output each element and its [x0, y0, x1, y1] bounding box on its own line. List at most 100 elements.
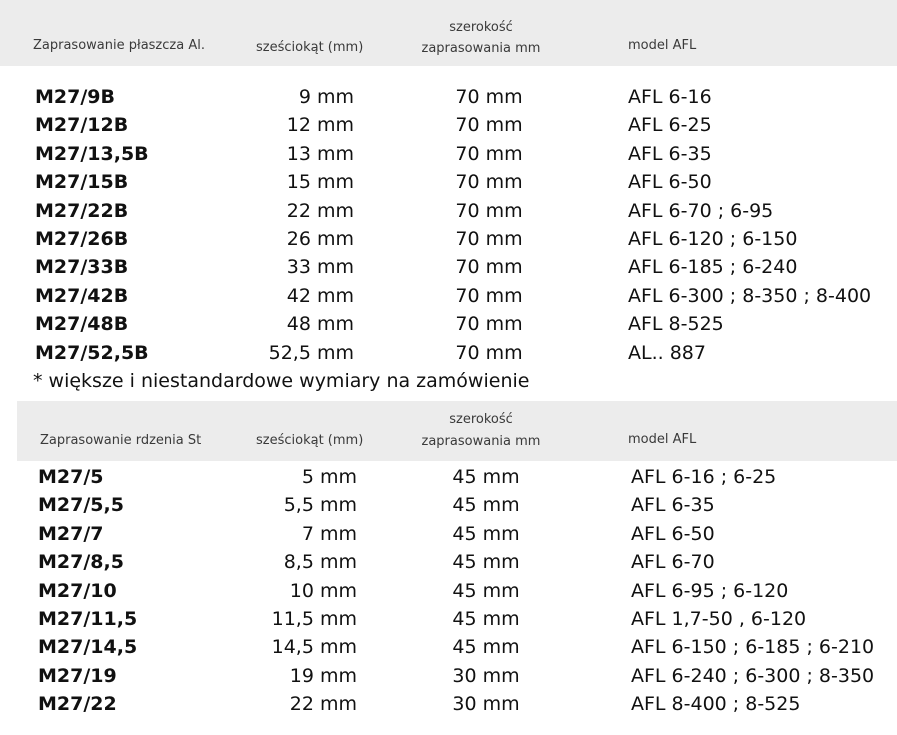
- row-hexagon: 9 mm: [298, 86, 354, 108]
- row-code: M27/42B: [35, 284, 129, 307]
- table-row: M27/11,5 11,5 mm 45 mm AFL 1,7-50 , 6-120: [0, 605, 897, 633]
- row-model: AFL 6-300 ; 8-350 ; 8-400: [628, 284, 872, 307]
- row-model: AFL 6-240 ; 6-300 ; 8-350: [631, 664, 875, 687]
- row-hexagon: 22 mm: [286, 199, 354, 222]
- row-code: M27/5: [38, 466, 104, 488]
- row-crimp-width: 70 mm: [455, 199, 523, 222]
- row-crimp-width: 70 mm: [455, 142, 523, 165]
- table-row: M27/42B 42 mm 70 mm AFL 6-300 ; 8-350 ; 8-4…: [0, 282, 897, 310]
- row-model: AFL 6-70: [631, 551, 715, 574]
- row-code: M27/19: [38, 664, 117, 687]
- row-hexagon: 5 mm: [301, 466, 357, 488]
- row-code: M27/11,5: [38, 608, 138, 630]
- row-crimp-width: 45 mm: [452, 466, 520, 488]
- table-row: M27/12B 12 mm 70 mm AFL 6-25: [0, 111, 897, 139]
- row-crimp-width: 45 mm: [452, 522, 520, 545]
- row-crimp-width: 70 mm: [455, 256, 523, 279]
- table-row: M27/33B 33 mm 70 mm AFL 6-185 ; 6-240: [0, 253, 897, 281]
- row-model: AFL 6-35: [628, 142, 712, 165]
- row-code: M27/48B: [35, 313, 129, 336]
- row-hexagon: 11,5 mm: [271, 608, 357, 630]
- table-row: M27/14,5 14,5 mm 45 mm AFL 6-150 ; 6-185 ; …: [0, 633, 897, 661]
- row-model: AFL 6-95 ; 6-120: [631, 579, 789, 602]
- row-model: AFL 6-50: [631, 522, 715, 545]
- row-code: M27/7: [38, 522, 104, 545]
- row-hexagon: 14,5 mm: [271, 636, 357, 659]
- table-row: M27/19 19 mm 30 mm AFL 6-240 ; 6-300 ; 8-35…: [0, 662, 897, 690]
- table-row: M27/10 10 mm 45 mm AFL 6-95 ; 6-120: [0, 577, 897, 605]
- row-hexagon: 15 mm: [286, 171, 354, 194]
- section1-header: Zaprasowanie płaszcza Al. sześciokąt (mm…: [0, 0, 897, 66]
- row-code: M27/13,5B: [35, 142, 149, 165]
- row-crimp-width: 70 mm: [455, 228, 523, 250]
- row-code: M27/33B: [35, 256, 129, 279]
- table-row: M27/5 5 mm 45 mm AFL 6-16 ; 6-25: [0, 463, 897, 491]
- row-crimp-width: 45 mm: [452, 551, 520, 574]
- row-crimp-width: 70 mm: [455, 171, 523, 194]
- row-crimp-width: 30 mm: [452, 664, 520, 687]
- row-model: AFL 6-50: [628, 171, 712, 194]
- section2-header-width-line2: zaprasowania mm: [421, 434, 541, 449]
- row-crimp-width: 70 mm: [455, 114, 523, 137]
- row-code: M27/52,5B: [35, 341, 149, 364]
- row-crimp-width: 45 mm: [452, 636, 520, 659]
- section2-header-name: Zaprasowanie rdzenia St: [40, 433, 202, 448]
- row-code: M27/22B: [35, 199, 129, 222]
- row-model: AFL 6-150 ; 6-185 ; 6-210: [631, 636, 875, 659]
- row-model: AFL 1,7-50 , 6-120: [631, 608, 807, 630]
- table-row: M27/22 22 mm 30 mm AFL 8-400 ; 8-525: [0, 690, 897, 718]
- row-model: AFL 6-35: [631, 494, 715, 517]
- row-hexagon: 33 mm: [286, 256, 354, 279]
- row-code: M27/8,5: [38, 551, 124, 574]
- row-hexagon: 42 mm: [286, 284, 354, 307]
- row-model: AL.. 887: [628, 341, 706, 364]
- section2-header-hex: sześciokąt (mm): [256, 433, 364, 448]
- row-hexagon: 48 mm: [286, 313, 354, 336]
- section2-header: Zaprasowanie rdzenia St sześciokąt (mm) …: [17, 401, 897, 461]
- row-hexagon: 13 mm: [286, 142, 354, 165]
- row-hexagon: 12 mm: [286, 114, 354, 137]
- row-code: M27/15B: [35, 171, 129, 194]
- row-hexagon: 22 mm: [289, 693, 357, 716]
- table-row: M27/52,5B 52,5 mm 70 mm AL.. 887: [0, 339, 897, 367]
- row-hexagon: 10 mm: [289, 579, 357, 602]
- row-model: AFL 6-25: [628, 114, 712, 137]
- row-code: M27/26B: [35, 228, 129, 250]
- table-row: M27/26B 26 mm 70 mm AFL 6-120 ; 6-150: [0, 225, 897, 253]
- row-crimp-width: 70 mm: [455, 313, 523, 336]
- section1-header-width-line1: szerokość: [449, 20, 513, 35]
- table-row: M27/22B 22 mm 70 mm AFL 6-70 ; 6-95: [0, 197, 897, 225]
- section2-header-width-line1: szerokość: [449, 412, 513, 427]
- row-crimp-width: 45 mm: [452, 494, 520, 517]
- row-model: AFL 6-120 ; 6-150: [628, 228, 798, 250]
- section2-header-model: model AFL: [628, 432, 697, 447]
- row-code: M27/5,5: [38, 494, 124, 517]
- row-hexagon: 52,5 mm: [268, 341, 354, 364]
- row-crimp-width: 70 mm: [455, 86, 523, 108]
- row-hexagon: 7 mm: [301, 522, 357, 545]
- row-crimp-width: 45 mm: [452, 608, 520, 630]
- row-code: M27/14,5: [38, 636, 138, 659]
- row-code: M27/22: [38, 693, 117, 716]
- row-hexagon: 5,5 mm: [283, 494, 357, 517]
- table-row: M27/13,5B 13 mm 70 mm AFL 6-35: [0, 140, 897, 168]
- section1-header-name: Zaprasowanie płaszcza Al.: [33, 38, 205, 53]
- table-row: M27/9B 9 mm 70 mm AFL 6-16: [0, 83, 897, 111]
- row-model: AFL 6-185 ; 6-240: [628, 256, 798, 279]
- row-crimp-width: 70 mm: [455, 284, 523, 307]
- row-model: AFL 6-70 ; 6-95: [628, 199, 774, 222]
- row-code: M27/12B: [35, 114, 129, 137]
- row-model: AFL 6-16: [628, 86, 712, 108]
- row-crimp-width: 30 mm: [452, 693, 520, 716]
- row-crimp-width: 45 mm: [452, 579, 520, 602]
- row-model: AFL 8-525: [628, 313, 724, 336]
- row-model: AFL 6-16 ; 6-25: [631, 466, 777, 488]
- table-row: M27/8,5 8,5 mm 45 mm AFL 6-70: [0, 548, 897, 576]
- table-row: M27/7 7 mm 45 mm AFL 6-50: [0, 520, 897, 548]
- section1-header-width-line2: zaprasowania mm: [421, 41, 541, 56]
- row-hexagon: 19 mm: [289, 664, 357, 687]
- row-hexagon: 26 mm: [286, 228, 354, 250]
- section1-header-model: model AFL: [628, 38, 697, 53]
- table-row: M27/48B 48 mm 70 mm AFL 8-525: [0, 310, 897, 338]
- table-row: M27/15B 15 mm 70 mm AFL 6-50: [0, 168, 897, 196]
